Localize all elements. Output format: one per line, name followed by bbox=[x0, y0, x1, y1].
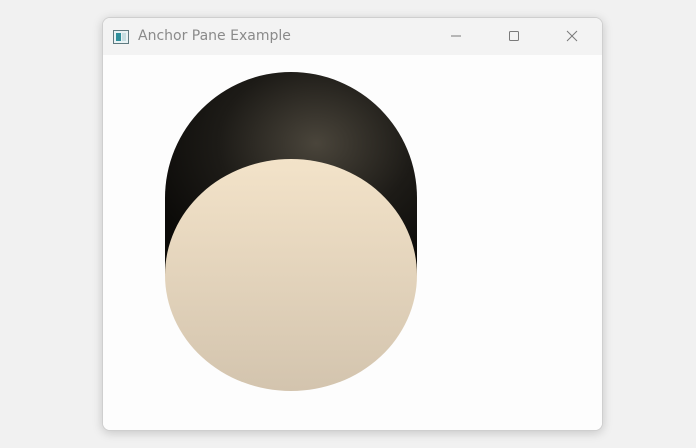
desktop-background: Anchor Pane Example bbox=[0, 0, 696, 448]
cylinder-face bbox=[165, 159, 417, 391]
window-title: Anchor Pane Example bbox=[138, 28, 291, 44]
close-icon bbox=[566, 27, 578, 46]
cylinder-3d-shape bbox=[165, 72, 417, 391]
app-window: Anchor Pane Example bbox=[102, 17, 603, 431]
title-bar[interactable]: Anchor Pane Example bbox=[103, 18, 602, 55]
maximize-icon bbox=[508, 27, 520, 46]
anchor-pane-content bbox=[103, 55, 602, 430]
minimize-button[interactable] bbox=[433, 18, 479, 55]
java-app-icon bbox=[113, 29, 129, 44]
minimize-icon bbox=[450, 27, 462, 46]
maximize-button[interactable] bbox=[491, 18, 537, 55]
close-button[interactable] bbox=[549, 18, 595, 55]
